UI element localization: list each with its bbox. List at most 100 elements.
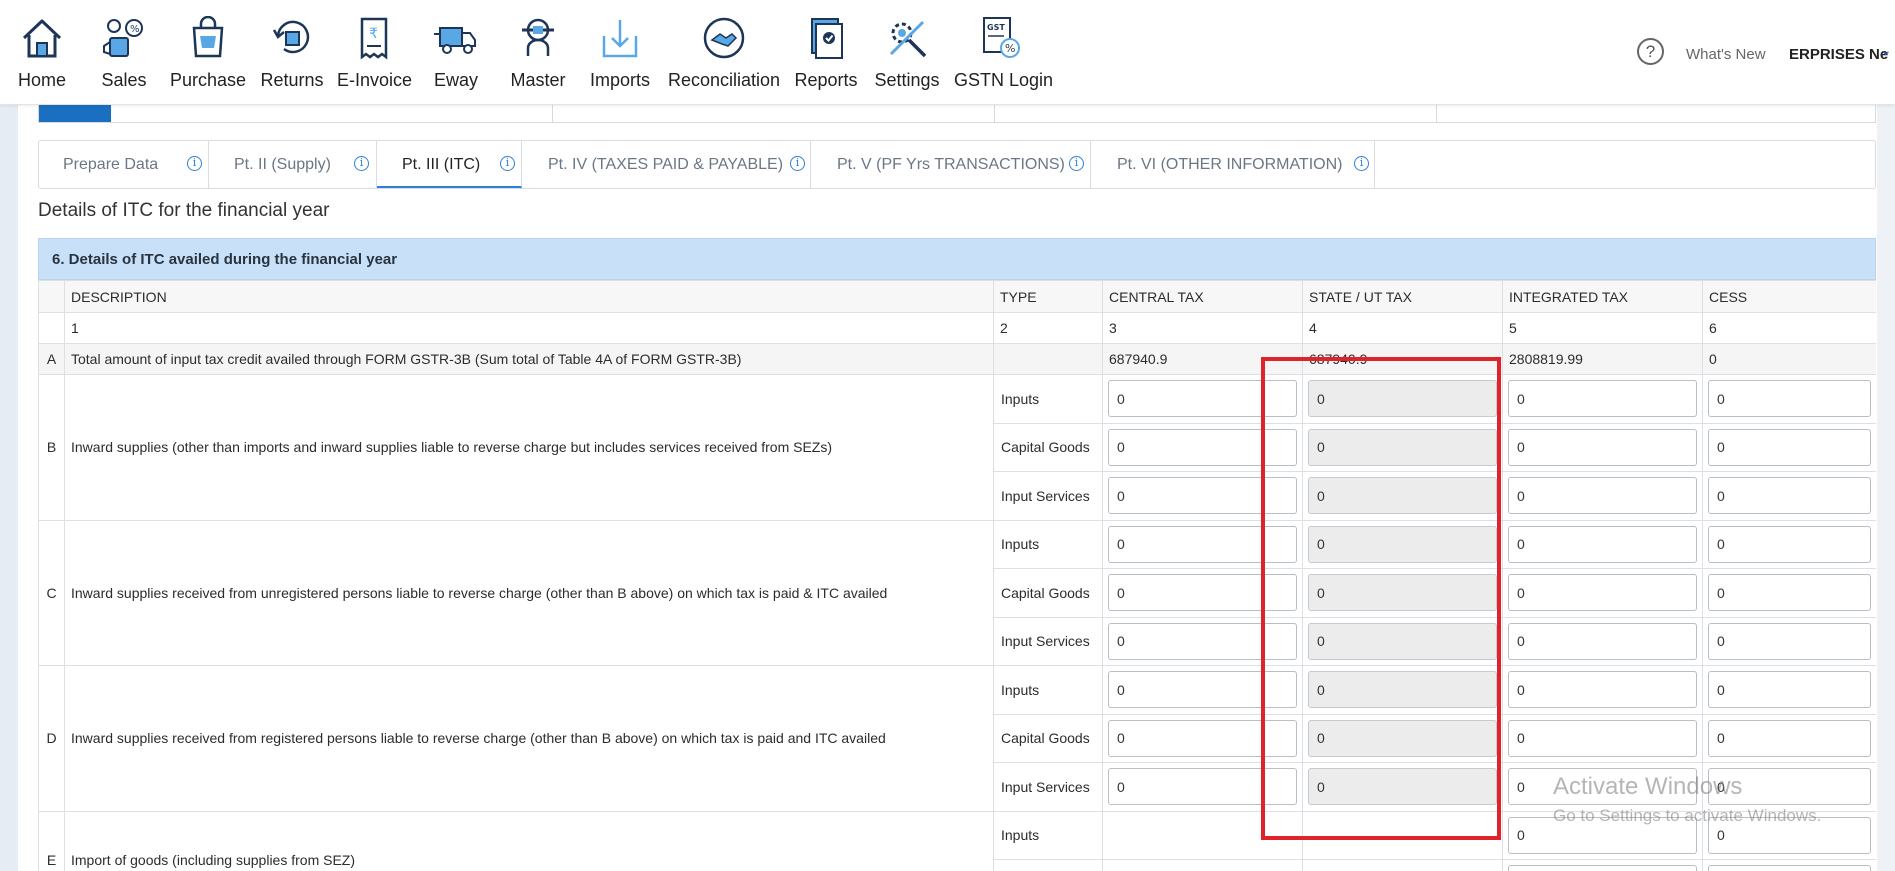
- row-letter: D: [38, 665, 65, 812]
- nav-gstn-login-label: GSTN Login: [954, 70, 1054, 90]
- cess-input[interactable]: [1708, 477, 1871, 515]
- nav-einvoice-label: E-Invoice: [337, 70, 413, 90]
- chevron-down-icon[interactable]: ⌄: [1880, 42, 1892, 59]
- number-cell: 1: [64, 312, 994, 344]
- central-tax-input[interactable]: [1108, 622, 1297, 660]
- info-icon[interactable]: i: [500, 156, 515, 171]
- top-navigation: Home % Sales Purchase Returns ₹ E-Invoic…: [0, 0, 1895, 105]
- nav-imports[interactable]: Imports: [588, 16, 652, 91]
- integrated-tax-input[interactable]: [1508, 428, 1697, 466]
- tab-label: Pt. III (ITC): [402, 156, 481, 173]
- tab-pt-v-pf-yrs[interactable]: Pt. V (PF Yrs TRANSACTIONS) i: [811, 141, 1091, 188]
- cess-input[interactable]: [1708, 574, 1871, 612]
- tab-prepare-data[interactable]: Prepare Data i: [39, 141, 209, 188]
- nav-sales[interactable]: % Sales: [100, 16, 148, 91]
- integrated-tax-input[interactable]: [1508, 380, 1697, 418]
- tab-label: Pt. II (Supply): [234, 156, 331, 173]
- row-type: Inputs: [993, 810, 1103, 860]
- tab-label: Pt. V (PF Yrs TRANSACTIONS): [837, 156, 1065, 173]
- nav-gstn-login[interactable]: GST % GSTN Login: [954, 16, 1054, 91]
- nav-reconciliation-label: Reconciliation: [668, 70, 781, 90]
- integrated-tax-input[interactable]: [1508, 622, 1697, 660]
- row-description: Total amount of input tax credit availed…: [64, 343, 994, 375]
- table-row: D Inward supplies received from register…: [38, 665, 1876, 812]
- info-icon[interactable]: i: [1354, 156, 1369, 171]
- nav-reports[interactable]: Reports: [794, 16, 858, 91]
- returns-icon: [272, 20, 310, 54]
- row-letter: A: [38, 343, 65, 375]
- column-header-row: DESCRIPTION TYPE CENTRAL TAX STATE / UT …: [38, 280, 1876, 313]
- master-icon: [522, 18, 554, 56]
- cess-input[interactable]: [1708, 671, 1871, 709]
- central-tax-input[interactable]: [1108, 525, 1297, 563]
- integrated-tax-input[interactable]: [1508, 865, 1697, 871]
- disabled-cell: [1302, 810, 1503, 860]
- nav-settings[interactable]: Settings: [874, 16, 940, 91]
- number-cell: 6: [1702, 312, 1876, 344]
- tab-label: Prepare Data: [63, 156, 159, 173]
- return-part-tabs: Prepare Data i Pt. II (Supply) i Pt. III…: [38, 140, 1876, 189]
- tab-pt-vi-other[interactable]: Pt. VI (OTHER INFORMATION) i: [1091, 141, 1375, 188]
- central-tax-input[interactable]: [1108, 671, 1297, 709]
- state-tax-input: [1308, 719, 1497, 757]
- table-heading: 6. Details of ITC availed during the fin…: [38, 238, 1876, 280]
- integrated-tax-input[interactable]: [1508, 477, 1697, 515]
- cess-input[interactable]: [1708, 719, 1871, 757]
- cess-value: 0: [1702, 343, 1876, 375]
- nav-returns[interactable]: Returns: [260, 16, 324, 91]
- central-tax-input[interactable]: [1108, 380, 1297, 418]
- central-tax-input[interactable]: [1108, 477, 1297, 515]
- activate-windows-subtitle: Go to Settings to activate Windows.: [1553, 806, 1822, 825]
- nav-purchase[interactable]: Purchase: [170, 16, 246, 91]
- central-tax-input[interactable]: [1108, 719, 1297, 757]
- tab-pt-iv-taxes[interactable]: Pt. IV (TAXES PAID & PAYABLE) i: [522, 141, 811, 188]
- central-tax-input[interactable]: [1108, 428, 1297, 466]
- left-edge-strip: [0, 0, 18, 871]
- row-description: Inward supplies received from unregister…: [64, 519, 994, 666]
- integrated-tax-input[interactable]: [1508, 525, 1697, 563]
- nav-settings-label: Settings: [874, 70, 940, 90]
- table-heading-text: 6. Details of ITC availed during the fin…: [52, 251, 398, 268]
- purchase-icon: [192, 16, 224, 58]
- info-icon[interactable]: i: [790, 156, 805, 171]
- row-type: [993, 859, 1103, 871]
- tab-pt-ii-supply[interactable]: Pt. II (Supply) i: [209, 141, 377, 188]
- home-icon: [22, 19, 62, 58]
- nav-eway[interactable]: Eway: [434, 16, 478, 91]
- integrated-tax-input[interactable]: [1508, 671, 1697, 709]
- central-tax-input[interactable]: [1108, 574, 1297, 612]
- nav-home[interactable]: Home: [16, 16, 68, 91]
- row-letter: B: [38, 374, 65, 521]
- cess-input[interactable]: [1708, 622, 1871, 660]
- cess-input[interactable]: [1708, 525, 1871, 563]
- integrated-tax-input[interactable]: [1508, 574, 1697, 612]
- state-tax-input: [1308, 574, 1497, 612]
- nav-master[interactable]: Master: [510, 16, 566, 91]
- info-icon[interactable]: i: [1069, 156, 1084, 171]
- reports-icon: [811, 18, 843, 59]
- cess-input[interactable]: [1708, 380, 1871, 418]
- state-tax-input: [1308, 622, 1497, 660]
- central-tax-input[interactable]: [1108, 768, 1297, 806]
- nav-einvoice[interactable]: ₹ E-Invoice: [337, 16, 413, 91]
- integrated-tax-input[interactable]: [1508, 719, 1697, 757]
- settings-icon: [889, 20, 927, 58]
- einvoice-icon: ₹: [360, 17, 388, 60]
- cess-input[interactable]: [1708, 865, 1871, 871]
- help-icon[interactable]: ?: [1637, 38, 1664, 65]
- svg-text:GST: GST: [987, 23, 1005, 32]
- header-cell: CESS: [1702, 280, 1876, 313]
- info-icon[interactable]: i: [187, 156, 202, 171]
- number-cell: 3: [1102, 312, 1303, 344]
- svg-text:%: %: [130, 24, 140, 35]
- row-type: Input Services: [993, 471, 1103, 521]
- nav-reconciliation[interactable]: Reconciliation: [668, 16, 780, 91]
- row-type: [993, 343, 1103, 375]
- whats-new-link[interactable]: What's New: [1686, 46, 1766, 63]
- company-selector[interactable]: ERPRISES Ne: [1789, 46, 1888, 63]
- tab-pt-iii-itc[interactable]: Pt. III (ITC) i: [377, 141, 522, 188]
- nav-master-label: Master: [510, 70, 566, 90]
- state-tax-input: [1308, 768, 1497, 806]
- info-icon[interactable]: i: [354, 156, 369, 171]
- cess-input[interactable]: [1708, 428, 1871, 466]
